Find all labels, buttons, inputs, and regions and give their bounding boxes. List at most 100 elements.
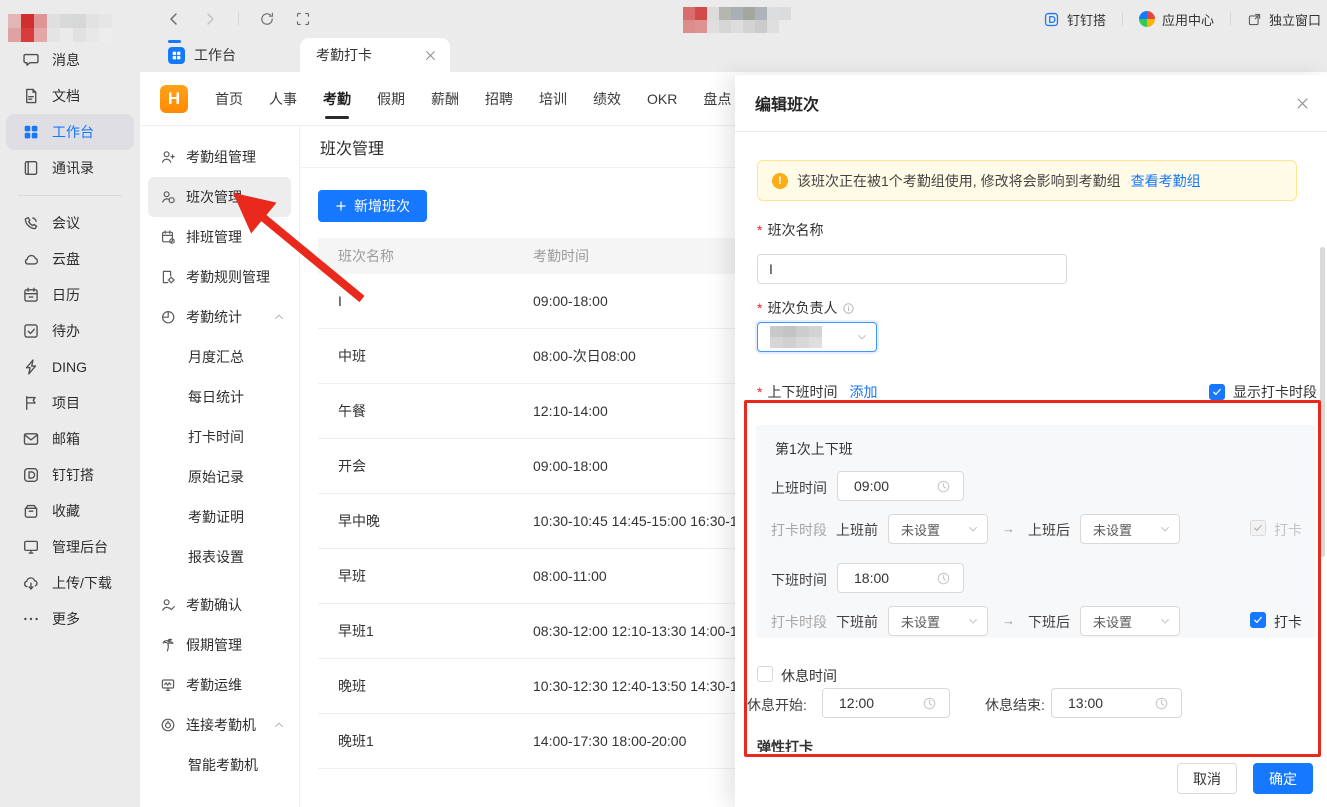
menu-raw-records[interactable]: 原始记录 [140, 457, 299, 497]
owner-name-redacted [770, 326, 822, 348]
app-sidebar: 消息 文档 工作台 通讯录 会议 云盘 日历 待办 DING 项目 邮箱 钉钉搭… [0, 0, 140, 807]
before-off-select[interactable]: 未设置 [888, 606, 988, 636]
show-punch-period-label: 显示打卡时段 [1233, 382, 1317, 402]
menu-scheduling[interactable]: 排班管理 [140, 217, 299, 257]
topright-popout-window[interactable]: 独立窗口 [1247, 10, 1321, 29]
chat-icon [22, 51, 40, 69]
schedule-icon [160, 229, 176, 245]
menu-attendance-groups[interactable]: 考勤组管理 [140, 137, 299, 177]
dialog-scrollbar[interactable] [1320, 247, 1325, 557]
after-off-select[interactable]: 未设置 [1080, 606, 1180, 636]
menu-daily-stats[interactable]: 每日统计 [140, 377, 299, 417]
nav-attendance[interactable]: 考勤 [310, 72, 364, 126]
menu-punch-times[interactable]: 打卡时间 [140, 417, 299, 457]
add-work-time-link[interactable]: 添加 [849, 382, 877, 402]
tab-bar: 工作台 考勤打卡 [140, 38, 1327, 72]
nav-forward-icon[interactable] [202, 11, 218, 27]
shift-icon [160, 189, 176, 205]
project-icon [22, 394, 40, 412]
sidebar-item-workbench[interactable]: 工作台 [6, 114, 134, 150]
transfer-icon [22, 574, 40, 592]
sidebar-item-meeting[interactable]: 会议 [0, 205, 140, 241]
topright-dingtalk-build[interactable]: 钉钉搭 [1043, 10, 1106, 29]
arrow-right-glyph: → [1002, 521, 1015, 536]
shift-name-input[interactable]: I [757, 254, 1067, 284]
chevron-down-icon [856, 331, 868, 343]
sidebar-item-transfer[interactable]: 上传/下载 [0, 565, 140, 601]
add-shift-button[interactable]: 新增班次 [318, 190, 427, 222]
menu-connect-machine[interactable]: 连接考勤机 [140, 705, 299, 745]
before-on-select[interactable]: 未设置 [888, 514, 988, 544]
sidebar-item-ding[interactable]: DING [0, 349, 140, 385]
shift-name-label: *班次名称 [757, 220, 823, 240]
before-off-label: 下班前 [836, 612, 878, 632]
screenshot-icon[interactable] [295, 11, 311, 27]
menu-shift-management[interactable]: 班次管理 [148, 177, 291, 217]
nav-performance[interactable]: 绩效 [580, 72, 634, 126]
dialog-footer: 取消 确定 [735, 752, 1327, 807]
shift-owner-select[interactable] [757, 322, 877, 352]
cloud-icon [22, 250, 40, 268]
nav-payroll[interactable]: 薪酬 [418, 72, 472, 126]
confirm-icon [160, 597, 176, 613]
sidebar-item-project[interactable]: 项目 [0, 385, 140, 421]
plus-icon [335, 200, 347, 212]
nav-training[interactable]: 培训 [526, 72, 580, 126]
on-time-input[interactable]: 09:00 [837, 471, 964, 501]
company-logo-redacted [8, 14, 112, 42]
sidebar-item-admin[interactable]: 管理后台 [0, 529, 140, 565]
nav-leave[interactable]: 假期 [364, 72, 418, 126]
nav-back-icon[interactable] [166, 11, 182, 27]
chevron-up-icon [273, 311, 285, 323]
sidebar-item-todo[interactable]: 待办 [0, 313, 140, 349]
menu-attendance-proof[interactable]: 考勤证明 [140, 497, 299, 537]
mail-icon [22, 430, 40, 448]
on-punch-checkbox[interactable] [1250, 520, 1266, 536]
menu-attendance-stats[interactable]: 考勤统计 [140, 297, 299, 337]
off-punch-checkbox[interactable] [1250, 612, 1266, 628]
sidebar-item-clouddrive[interactable]: 云盘 [0, 241, 140, 277]
after-on-select[interactable]: 未设置 [1080, 514, 1180, 544]
nav-home[interactable]: 首页 [202, 72, 256, 126]
menu-attendance-rules[interactable]: 考勤规则管理 [140, 257, 299, 297]
refresh-icon[interactable] [259, 11, 275, 27]
tab-attendance[interactable]: 考勤打卡 [300, 38, 450, 72]
sidebar-item-more[interactable]: 更多 [0, 601, 140, 637]
cancel-button[interactable]: 取消 [1177, 763, 1237, 794]
rest-time-checkbox[interactable] [757, 666, 773, 682]
nav-hr[interactable]: 人事 [256, 72, 310, 126]
nav-okr[interactable]: OKR [634, 72, 690, 126]
menu-monthly-summary[interactable]: 月度汇总 [140, 337, 299, 377]
menu-leave-management[interactable]: 假期管理 [140, 625, 299, 665]
confirm-button[interactable]: 确定 [1253, 763, 1313, 794]
off-punch-period-label: 打卡时段 [771, 612, 827, 632]
close-dialog-icon[interactable] [1295, 96, 1310, 111]
nav-recruit[interactable]: 招聘 [472, 72, 526, 126]
tab-workbench[interactable]: 工作台 [154, 38, 250, 72]
sidebar-item-messages[interactable]: 消息 [0, 42, 140, 78]
popout-icon [1247, 12, 1262, 27]
edit-shift-dialog: 编辑班次 ! 该班次正在被1个考勤组使用, 修改将会影响到考勤组 查看考勤组 *… [735, 75, 1327, 807]
sidebar-item-dingtalk-build[interactable]: 钉钉搭 [0, 457, 140, 493]
doc-icon [22, 87, 40, 105]
sidebar-item-mail[interactable]: 邮箱 [0, 421, 140, 457]
menu-attendance-confirm[interactable]: 考勤确认 [140, 585, 299, 625]
rest-end-input[interactable]: 13:00 [1051, 688, 1182, 718]
rules-icon [160, 269, 176, 285]
clock-icon [922, 696, 937, 711]
sidebar-item-contacts[interactable]: 通讯录 [0, 150, 140, 186]
sidebar-item-calendar[interactable]: 日历 [0, 277, 140, 313]
view-attendance-group-link[interactable]: 查看考勤组 [1131, 171, 1201, 191]
sidebar-item-favorites[interactable]: 收藏 [0, 493, 140, 529]
menu-smart-machine[interactable]: 智能考勤机 [140, 745, 299, 785]
close-tab-icon[interactable] [424, 49, 437, 62]
topright-app-center[interactable]: 应用中心 [1139, 10, 1214, 29]
menu-report-settings[interactable]: 报表设置 [140, 537, 299, 577]
menu-attendance-ops[interactable]: 考勤运维 [140, 665, 299, 705]
show-punch-period-checkbox[interactable] [1209, 384, 1225, 400]
app-center-icon [1139, 11, 1155, 27]
rest-start-input[interactable]: 12:00 [822, 688, 950, 718]
chevron-up-icon [273, 719, 285, 731]
sidebar-item-docs[interactable]: 文档 [0, 78, 140, 114]
off-time-input[interactable]: 18:00 [837, 563, 964, 593]
